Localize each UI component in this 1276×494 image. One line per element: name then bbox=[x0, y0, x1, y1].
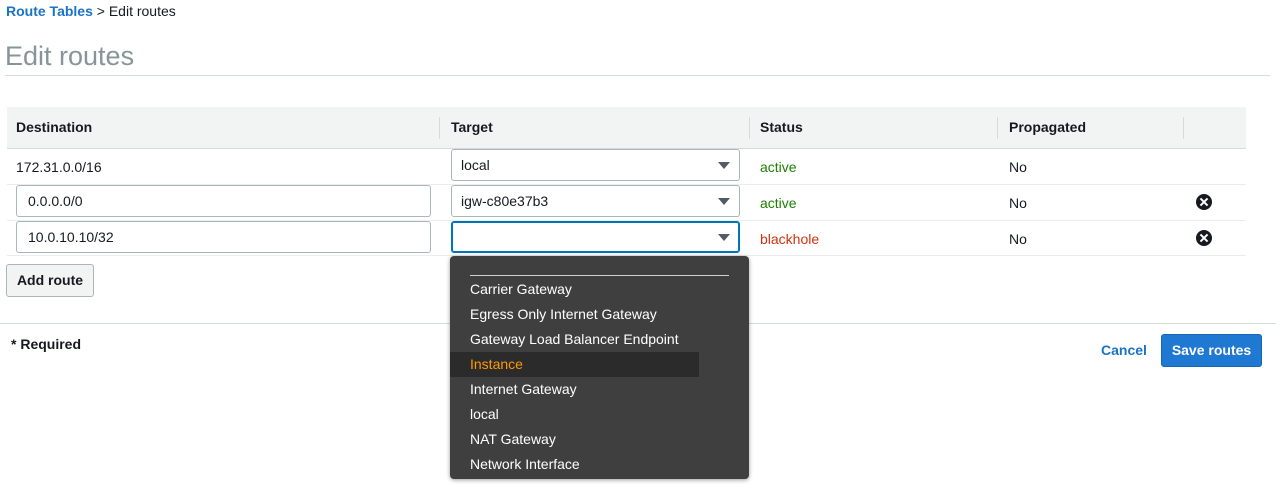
column-divider bbox=[749, 117, 750, 139]
target-select-value: local bbox=[461, 157, 490, 173]
destination-input[interactable] bbox=[16, 221, 431, 253]
destination-input[interactable] bbox=[16, 185, 431, 217]
dropdown-option-local[interactable]: local bbox=[450, 402, 699, 427]
caret-down-icon bbox=[718, 234, 730, 241]
column-header-target: Target bbox=[451, 119, 493, 135]
breadcrumb-separator: > bbox=[96, 3, 105, 19]
dropdown-option-gateway-load-balancer-endpoint[interactable]: Gateway Load Balancer Endpoint bbox=[450, 327, 699, 352]
target-dropdown-menu: Carrier Gateway Egress Only Internet Gat… bbox=[450, 256, 749, 479]
column-header-propagated: Propagated bbox=[1009, 119, 1087, 135]
target-select[interactable]: igw-c80e37b3 bbox=[451, 185, 740, 217]
column-divider bbox=[439, 117, 440, 139]
dropdown-option-carrier-gateway[interactable]: Carrier Gateway bbox=[450, 277, 699, 302]
dropdown-option-network-interface[interactable]: Network Interface bbox=[450, 452, 699, 477]
propagated-cell: No bbox=[1009, 159, 1027, 175]
dropdown-option-instance[interactable]: Instance bbox=[450, 352, 699, 377]
target-select-value: igw-c80e37b3 bbox=[461, 193, 549, 209]
routes-table-header: Destination Target Status Propagated bbox=[7, 107, 1246, 149]
remove-route-close-circle-icon[interactable] bbox=[1196, 194, 1212, 210]
dropdown-divider bbox=[470, 275, 729, 276]
status-cell: active bbox=[760, 159, 797, 175]
title-divider bbox=[5, 75, 1270, 76]
destination-cell: 172.31.0.0/16 bbox=[16, 159, 102, 175]
target-select[interactable] bbox=[451, 221, 740, 253]
status-cell: active bbox=[760, 195, 797, 211]
dropdown-option-internet-gateway[interactable]: Internet Gateway bbox=[450, 377, 699, 402]
column-header-status: Status bbox=[760, 119, 803, 135]
column-header-destination: Destination bbox=[16, 119, 93, 135]
propagated-cell: No bbox=[1009, 231, 1027, 247]
required-note: * Required bbox=[11, 336, 82, 352]
page-title: Edit routes bbox=[5, 41, 135, 71]
dropdown-option-egress-only-internet-gateway[interactable]: Egress Only Internet Gateway bbox=[450, 302, 699, 327]
column-divider bbox=[1183, 117, 1184, 139]
status-cell: blackhole bbox=[760, 231, 820, 247]
remove-route-close-circle-icon[interactable] bbox=[1196, 230, 1212, 246]
save-routes-button[interactable]: Save routes bbox=[1161, 334, 1262, 367]
breadcrumb-link-route-tables[interactable]: Route Tables bbox=[6, 3, 93, 19]
caret-down-icon bbox=[718, 162, 730, 169]
breadcrumb: Route Tables > Edit routes bbox=[6, 3, 176, 19]
target-select[interactable]: local bbox=[451, 149, 740, 181]
add-route-button[interactable]: Add route bbox=[6, 264, 94, 297]
cancel-button[interactable]: Cancel bbox=[1101, 342, 1147, 358]
propagated-cell: No bbox=[1009, 195, 1027, 211]
breadcrumb-current: Edit routes bbox=[108, 3, 176, 19]
caret-down-icon bbox=[718, 198, 730, 205]
dropdown-option-nat-gateway[interactable]: NAT Gateway bbox=[450, 427, 699, 452]
column-divider bbox=[997, 117, 998, 139]
